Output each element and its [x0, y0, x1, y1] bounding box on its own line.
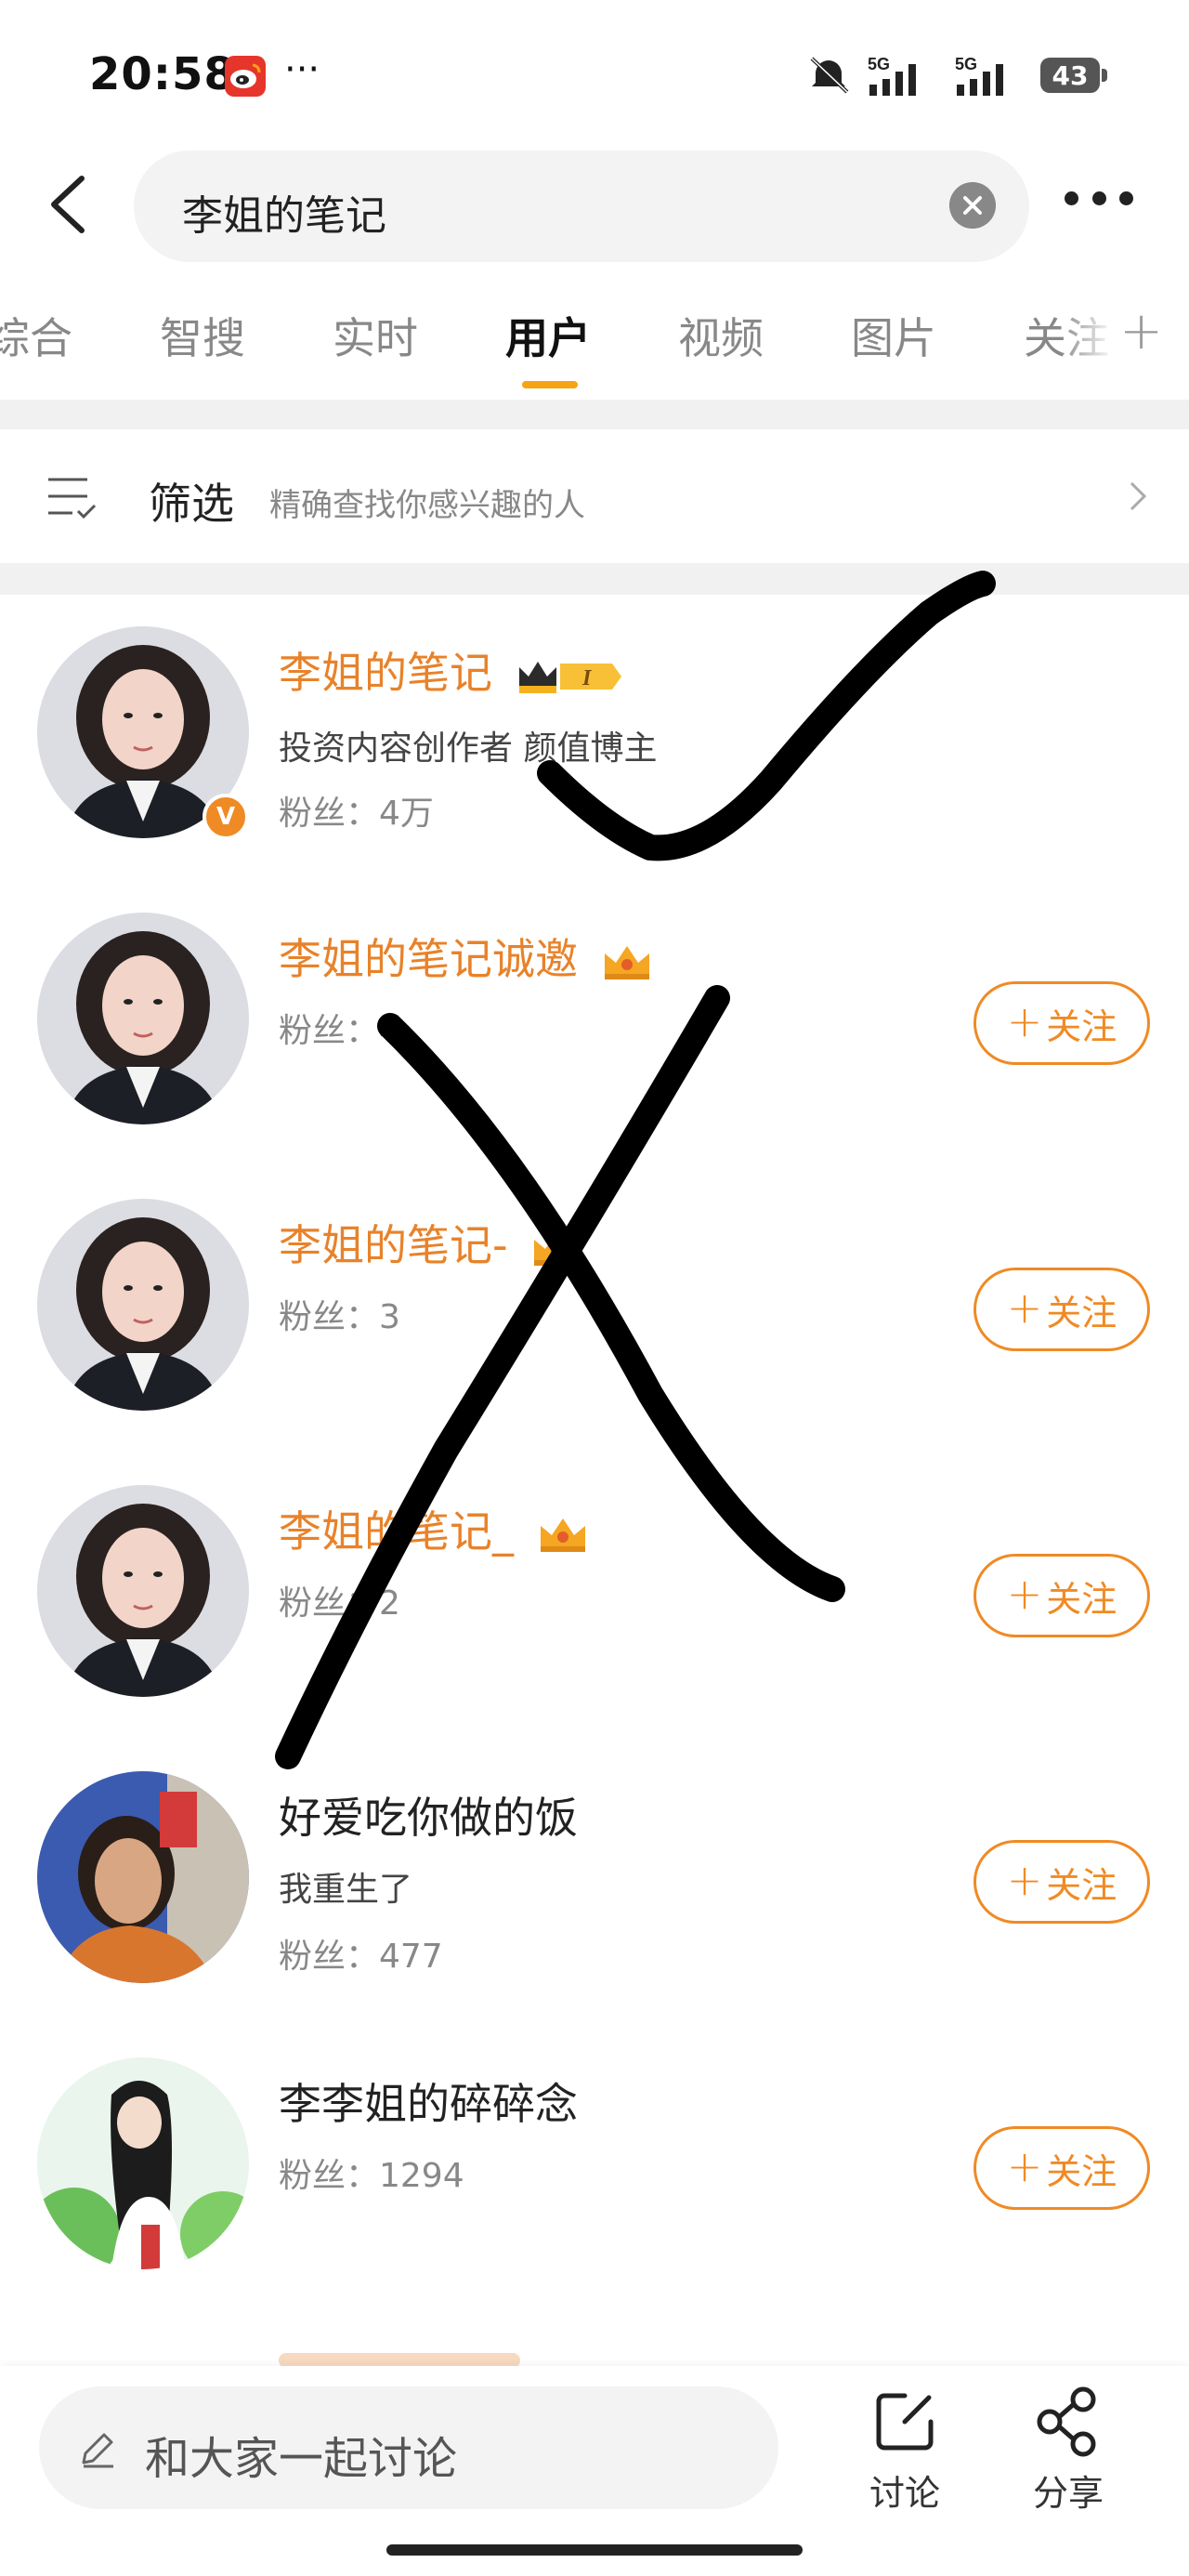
- fans-count: 粉丝：3: [279, 1298, 400, 1336]
- divider: [0, 400, 1189, 429]
- add-tab-icon[interactable]: +: [1119, 301, 1163, 361]
- follow-button[interactable]: + 关注: [973, 1840, 1150, 1924]
- bottom-action-bar: 和大家一起讨论 讨论 分享: [0, 2366, 1189, 2576]
- tab-users[interactable]: 用户: [505, 305, 591, 366]
- filter-label: 筛选: [149, 479, 234, 529]
- signal-icon: 5G: [868, 55, 916, 96]
- crown-badge-icon: [604, 945, 649, 979]
- fans-count: 粉丝：4: [279, 1012, 400, 1050]
- pencil-icon: [82, 2433, 113, 2468]
- follow-button[interactable]: + 关注: [973, 2126, 1150, 2210]
- share-button[interactable]: 分享: [1013, 2385, 1124, 2516]
- search-input[interactable]: 李姐的笔记: [134, 151, 1029, 262]
- battery-level: 43: [1052, 59, 1089, 91]
- comment-placeholder: 和大家一起讨论: [145, 2433, 458, 2485]
- tab-realtime[interactable]: 实时: [333, 305, 418, 366]
- tab-comprehensive[interactable]: 综合: [0, 305, 72, 366]
- filter-hint: 精确查找你感兴趣的人: [269, 487, 585, 524]
- weibo-app-icon: [225, 56, 266, 97]
- user-name[interactable]: 李姐的笔记_: [279, 1498, 589, 1559]
- filter-row[interactable]: 筛选 精确查找你感兴趣的人: [0, 429, 1189, 563]
- user-name[interactable]: 李李姐的碎碎念: [279, 2070, 578, 2132]
- plus-icon: +: [1006, 2141, 1043, 2191]
- fans-count: 粉丝：477: [279, 1938, 443, 1976]
- filter-list-icon: [48, 478, 97, 519]
- avatar[interactable]: [37, 1199, 249, 1411]
- back-arrow-icon[interactable]: [37, 167, 102, 242]
- user-row[interactable]: 李李姐的碎碎念 粉丝：1294 + 关注: [0, 2026, 1189, 2314]
- crown-badge-icon: [534, 1231, 580, 1266]
- user-row[interactable]: 好爱吃你做的饭 我重生了 粉丝：477 + 关注: [0, 1740, 1189, 2028]
- user-name-text: 李姐的笔记诚邀: [279, 934, 578, 984]
- user-name[interactable]: 李姐的笔记-: [279, 1212, 582, 1273]
- vip-level-badge-icon: I: [518, 661, 621, 693]
- signal-label-2: 5G: [955, 55, 977, 73]
- user-name[interactable]: 李姐的笔记 I: [279, 639, 621, 701]
- fans-count: 粉丝：4万: [279, 795, 434, 833]
- signal-label: 5G: [868, 55, 890, 73]
- follow-button[interactable]: + 关注: [973, 1268, 1150, 1351]
- user-row[interactable]: 李姐的笔记_ 粉丝：2 + 关注: [0, 1453, 1189, 1741]
- fans-count: 粉丝：1294: [279, 2157, 464, 2195]
- mute-icon: [810, 57, 849, 94]
- status-time: 20:58: [89, 48, 236, 100]
- signal-icon-2: 5G: [955, 55, 1003, 96]
- tab-video[interactable]: 视频: [678, 305, 764, 366]
- search-tabs: 综合 智搜 实时 用户 视频 图片 关注 +: [0, 279, 1189, 400]
- status-more-icon: ···: [284, 48, 320, 91]
- status-indicators: 5G 5G 43: [808, 52, 1107, 99]
- clear-search-icon[interactable]: [949, 182, 996, 229]
- plus-icon: +: [1006, 1282, 1043, 1333]
- discuss-button[interactable]: 讨论: [849, 2385, 960, 2516]
- plus-icon: +: [1006, 996, 1043, 1046]
- active-tab-indicator: [522, 381, 578, 388]
- battery-icon: 43: [1040, 58, 1107, 93]
- chevron-right-icon: [1130, 481, 1147, 511]
- discuss-label: 讨论: [869, 2473, 940, 2514]
- svg-text:I: I: [581, 666, 593, 690]
- tab-images[interactable]: 图片: [851, 305, 936, 366]
- share-label: 分享: [1032, 2473, 1104, 2514]
- tab-smart-search[interactable]: 智搜: [160, 305, 245, 366]
- search-query-text[interactable]: 李姐的笔记: [182, 182, 386, 242]
- plus-icon: +: [1006, 1569, 1043, 1619]
- follow-button[interactable]: + 关注: [973, 981, 1150, 1065]
- user-name-text: 李姐的笔记: [279, 648, 492, 698]
- user-description: 我重生了: [279, 1871, 413, 1909]
- search-header: 李姐的笔记: [0, 139, 1189, 269]
- edit-square-icon: [876, 2393, 934, 2451]
- user-name[interactable]: 李姐的笔记诚邀: [279, 926, 653, 987]
- crown-badge-icon: [540, 1518, 585, 1552]
- divider: [0, 563, 1189, 595]
- follow-button[interactable]: + 关注: [973, 1554, 1150, 1637]
- avatar[interactable]: [37, 1771, 249, 1983]
- verified-badge-icon: V: [203, 794, 249, 840]
- user-row[interactable]: 李姐的笔记诚邀 粉丝：4 + 关注: [0, 881, 1189, 1169]
- avatar[interactable]: [37, 913, 249, 1124]
- plus-icon: +: [1006, 1855, 1043, 1905]
- user-row-partial[interactable]: [0, 2312, 1189, 2368]
- status-bar: 20:58 ··· 5G 5G 43: [0, 0, 1189, 139]
- user-description: 投资内容创作者 颜值博主: [279, 729, 658, 768]
- user-name[interactable]: 好爱吃你做的饭: [279, 1784, 578, 1846]
- home-indicator[interactable]: [386, 2544, 803, 2556]
- share-icon: [1037, 2386, 1096, 2457]
- avatar[interactable]: [37, 1485, 249, 1697]
- user-row[interactable]: V 李姐的笔记 I 投资内容创作者 颜值博主 粉丝：4万: [0, 595, 1189, 883]
- user-name-text: 李姐的笔记-: [279, 1220, 508, 1270]
- more-options-icon[interactable]: [1065, 184, 1133, 212]
- fans-count: 粉丝：2: [279, 1584, 400, 1623]
- user-name-text: 李姐的笔记_: [279, 1506, 514, 1557]
- avatar[interactable]: [37, 2057, 249, 2269]
- user-row[interactable]: 李姐的笔记- 粉丝：3 + 关注: [0, 1167, 1189, 1455]
- comment-input[interactable]: 和大家一起讨论: [39, 2386, 778, 2509]
